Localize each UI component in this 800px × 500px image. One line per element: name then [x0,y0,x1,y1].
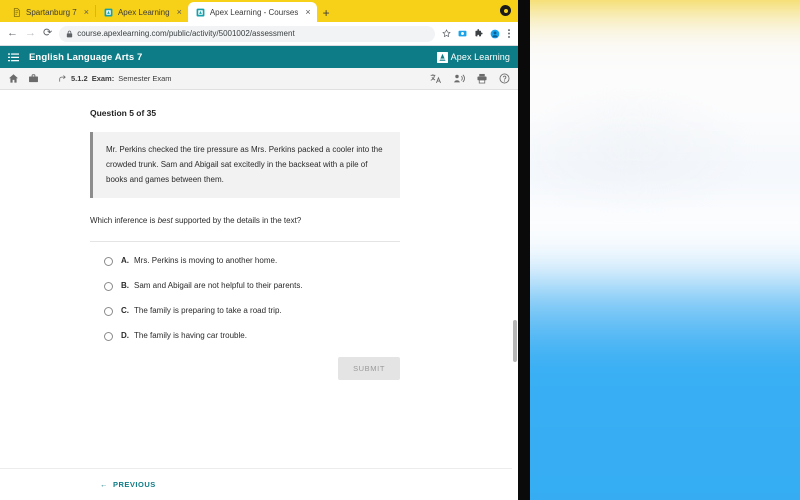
course-title: English Language Arts 7 [29,51,143,63]
apex-learning-brand-label: Apex Learning [450,52,510,62]
answer-choice-a-letter: A. [121,256,129,266]
breadcrumb-title: Semester Exam [118,74,172,83]
answer-choice-b-label: Sam and Abigail are not helpful to their… [134,281,303,291]
help-icon[interactable] [499,73,510,84]
answer-choice-a-label: Mrs. Perkins is moving to another home. [134,256,278,266]
question-prompt-part-1: Which inference is [90,216,158,226]
up-level-arrow-icon[interactable] [58,74,67,83]
previous-arrow-icon: ← [100,480,108,489]
browser-tab-3-close-icon[interactable]: × [305,7,310,17]
answer-choice-b[interactable]: B. Sam and Abigail are not helpful to the… [104,281,400,292]
apex-logo-icon [436,51,448,63]
browser-tab-3[interactable]: Apex Learning - Courses × [187,2,317,22]
translate-icon[interactable] [430,73,442,84]
browser-tab-3-label: Apex Learning - Courses [209,7,299,17]
browser-tab-2[interactable]: Apex Learning × [96,2,188,22]
answer-choice-c-text: C. The family is preparing to take a road… [121,306,282,315]
breadcrumb: 5.1.2 Exam: Semester Exam [58,74,172,83]
question-counter: Question 5 of 35 [90,108,157,118]
browser-tab-1[interactable]: Spartanburg 7 × [4,2,95,22]
assessment-content: Question 5 of 35 Mr. Perkins checked the… [0,90,518,468]
lock-icon [67,30,73,37]
question-prompt-part-2: supported by the details in the text? [172,216,302,226]
course-header: English Language Arts 7 Apex Learning [0,46,518,68]
address-bar[interactable]: course.apexlearning.com/public/activity/… [59,25,435,42]
new-tab-button[interactable]: + [323,7,330,19]
answer-choice-b-text: B. Sam and Abigail are not helpful to the… [121,281,303,290]
passage-text: Mr. Perkins checked the tire pressure as… [106,145,383,184]
back-button[interactable]: ← [7,28,18,39]
previous-label: PREVIOUS [113,480,156,489]
kebab-menu-icon[interactable] [507,28,511,39]
answer-choice-d-text: D. The family is having car trouble. [121,331,247,340]
extensions-puzzle-icon[interactable] [474,29,483,38]
browser-actions [442,28,511,39]
breadcrumb-number: 5.1.2 [71,74,88,83]
briefcase-icon[interactable] [28,73,39,84]
browser-tab-strip: Spartanburg 7 × Apex Learning × Apex Lea… [0,0,518,22]
page-scrollbar-thumb[interactable] [513,320,517,362]
home-icon[interactable] [8,73,19,84]
star-icon[interactable] [442,29,451,38]
passage-box: Mr. Perkins checked the tire pressure as… [90,132,400,199]
screenshot-icon[interactable] [458,29,467,38]
answer-choice-a[interactable]: A. Mrs. Perkins is moving to another home… [104,256,400,267]
apex-favicon [104,8,113,16]
radio-button-a[interactable] [104,257,113,267]
answer-choice-c[interactable]: C. The family is preparing to take a road… [104,306,400,317]
radio-button-b[interactable] [104,282,113,292]
window-edge-separator [518,0,530,500]
reload-button[interactable]: ⟳ [43,28,52,39]
browser-profile-icon[interactable] [500,5,511,16]
answer-choice-c-label: The family is preparing to take a road t… [134,306,282,316]
question-prompt-emphasis: best [157,216,173,226]
answer-choice-b-letter: B. [121,281,129,291]
submit-row: SUBMIT [90,357,400,381]
apex-favicon [196,8,205,16]
address-bar-url: course.apexlearning.com/public/activity/… [77,29,295,38]
forward-button[interactable]: → [25,28,36,39]
answer-choice-c-letter: C. [121,306,129,316]
question-divider [90,241,400,243]
apex-learning-brand: Apex Learning [436,51,510,63]
browser-tab-2-close-icon[interactable]: × [177,7,182,17]
blurred-highlight-layer [530,0,800,500]
activity-tool-actions [430,73,510,84]
previous-button[interactable]: ← PREVIOUS [100,480,156,489]
answer-choice-d-label: The family is having car trouble. [134,331,247,341]
breadcrumb-kind: Exam: [91,74,115,83]
browser-tab-1-close-icon[interactable]: × [84,7,89,17]
page-icon [13,7,20,17]
browser-toolbar: ← → ⟳ course.apexlearning.com/public/act… [0,22,518,46]
blurred-background-region [530,0,800,500]
assessment-footer: ← PREVIOUS [0,468,518,500]
answer-choice-d[interactable]: D. The family is having car trouble. [104,331,400,342]
answer-choice-d-letter: D. [121,331,129,341]
browser-window: Spartanburg 7 × Apex Learning × Apex Lea… [0,0,518,500]
avatar-icon[interactable] [490,29,500,39]
browser-tab-1-label: Spartanburg 7 [26,7,77,17]
question-prompt: Which inference is best supported by the… [90,216,400,225]
print-icon[interactable] [476,73,488,84]
radio-button-c[interactable] [104,307,113,317]
radio-button-d[interactable] [104,332,113,342]
submit-button[interactable]: SUBMIT [338,357,400,381]
question-block: Question 5 of 35 Mr. Perkins checked the… [90,108,400,342]
hamburger-menu-icon[interactable] [8,52,19,62]
answer-choice-a-text: A. Mrs. Perkins is moving to another home… [121,256,277,265]
browser-tab-2-label: Apex Learning [117,7,170,17]
activity-toolbar: 5.1.2 Exam: Semester Exam [0,68,518,90]
read-aloud-icon[interactable] [453,73,465,84]
